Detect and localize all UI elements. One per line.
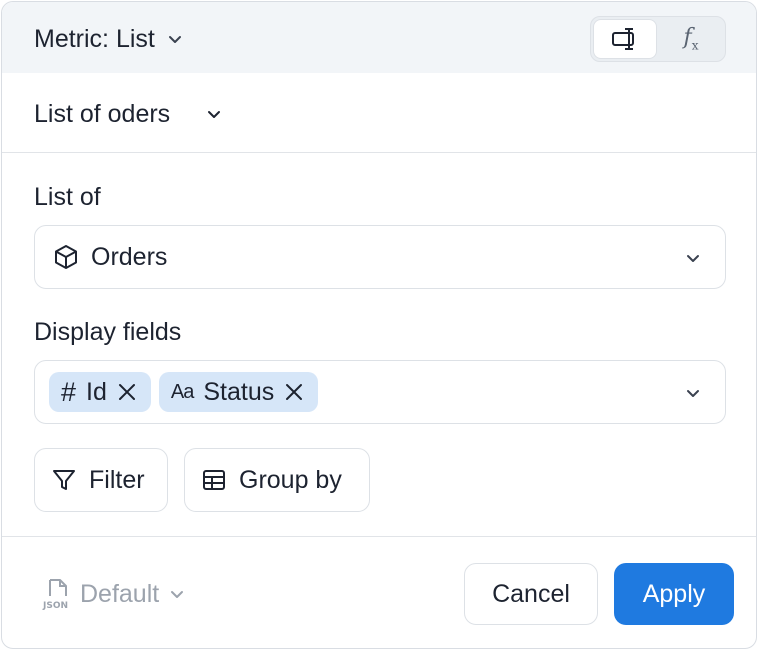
apply-button[interactable]: Apply [614,563,734,625]
list-of-label: List of [34,183,101,211]
divider [2,152,756,153]
metric-editor-panel: Metric: List fx List of oders List of Or… [1,1,757,649]
filter-icon [53,470,75,490]
group-by-label: Group by [239,465,342,494]
text-type-icon: Aa [170,380,194,403]
number-type-icon: # [61,376,77,407]
list-of-value: Orders [91,242,168,271]
list-title-select[interactable]: List of oders [34,94,224,134]
divider [2,536,756,537]
close-icon [118,384,135,400]
list-title: List of oders [34,99,171,128]
field-chip-status: Aa Status [158,372,319,412]
remove-id-button[interactable] [117,382,137,402]
json-file-icon: JSON [42,579,68,610]
chevron-down-icon [171,591,184,598]
panel-header: Metric: List fx [2,2,756,73]
metric-type-select[interactable]: Metric: List [34,22,185,56]
remove-status-button[interactable] [284,382,304,402]
cancel-button[interactable]: Cancel [464,563,598,625]
table-icon [203,470,225,490]
metric-type-label: Metric: List [34,24,155,53]
group-by-button[interactable]: Group by [184,448,370,512]
close-icon [286,384,303,400]
chevron-down-icon [208,111,221,118]
display-fields-label: Display fields [34,318,182,346]
filter-label: Filter [89,465,145,494]
visual-mode-button[interactable] [593,19,657,59]
chip-label: Id [86,377,107,406]
function-icon: fx [683,25,699,53]
chip-label: Status [203,377,275,406]
chevron-down-icon [687,255,699,262]
text-cursor-box-icon [612,28,634,50]
format-label: Default [80,579,160,608]
filter-button[interactable]: Filter [34,448,168,512]
svg-text:JSON: JSON [42,601,68,610]
format-select[interactable]: JSON Default [42,574,187,614]
cube-icon [55,245,77,269]
formula-mode-button[interactable]: fx [659,19,723,59]
chevron-down-icon [687,390,699,397]
display-fields-select[interactable]: # Id Aa Status [34,360,726,424]
mode-toggle: fx [590,16,726,62]
list-of-select[interactable]: Orders [34,225,726,289]
field-chip-id: # Id [49,372,151,412]
chevron-down-icon [168,36,181,43]
